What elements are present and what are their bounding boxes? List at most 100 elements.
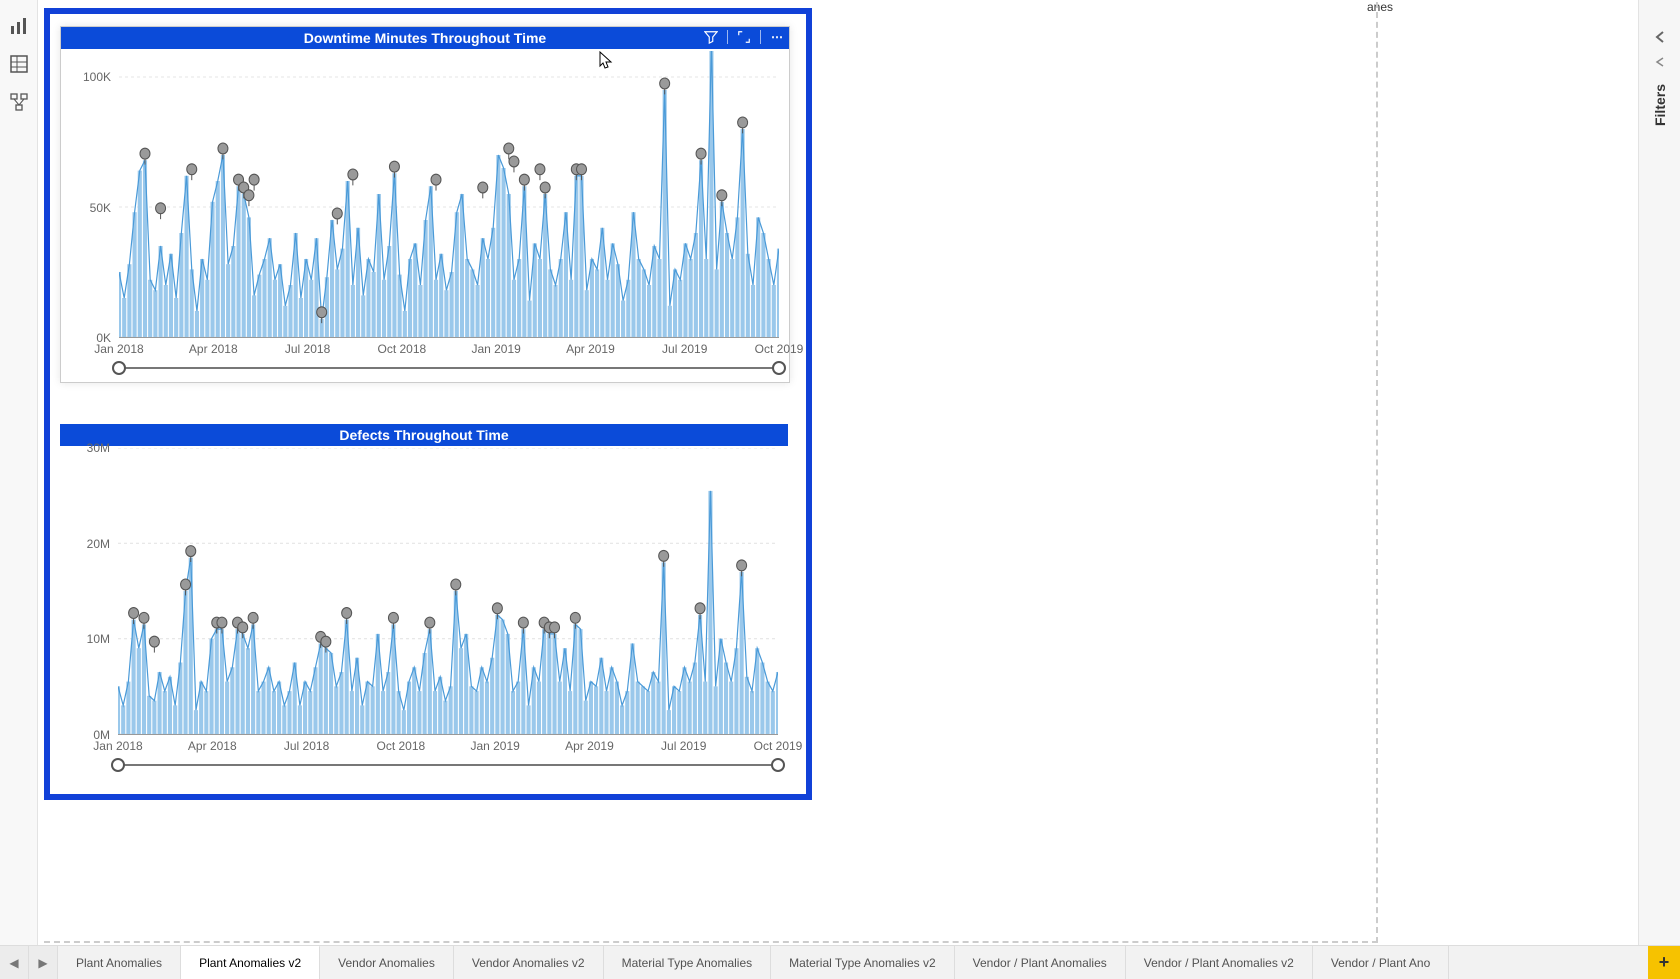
x-tick-label: Apr 2019	[565, 739, 614, 753]
page-tabstrip: ◀ ▶ Plant AnomaliesPlant Anomalies v2Ven…	[0, 945, 1680, 979]
anomaly-marker[interactable]	[186, 546, 196, 562]
expand-pane-icon[interactable]	[1653, 30, 1667, 47]
page-tab[interactable]: Plant Anomalies	[58, 946, 181, 979]
page-tab[interactable]: Material Type Anomalies	[604, 946, 772, 979]
anomaly-marker[interactable]	[737, 560, 747, 576]
anomaly-marker[interactable]	[342, 608, 352, 624]
anomaly-marker[interactable]	[140, 148, 150, 164]
anomaly-marker[interactable]	[451, 579, 461, 595]
y-tick-label: 30M	[66, 441, 110, 455]
visual-header-tools: ⋯	[703, 29, 785, 45]
y-axis: 0M10M20M30M	[66, 448, 114, 735]
page-tab[interactable]: Vendor / Plant Anomalies v2	[1126, 946, 1313, 979]
page-tab[interactable]: Material Type Anomalies v2	[771, 946, 955, 979]
anomaly-marker[interactable]	[129, 608, 139, 624]
page-tab[interactable]: Vendor / Plant Ano	[1313, 946, 1449, 979]
filters-pane-collapsed[interactable]: Filters	[1638, 0, 1680, 945]
visual-selection-frame[interactable]: Downtime Minutes Throughout Time ⋯ 0K50K…	[44, 8, 812, 800]
anomaly-marker[interactable]	[509, 156, 519, 172]
anomaly-marker[interactable]	[519, 174, 529, 190]
anomaly-marker[interactable]	[388, 612, 398, 628]
x-tick-label: Apr 2018	[189, 342, 238, 356]
page-tab[interactable]: Vendor / Plant Anomalies	[955, 946, 1126, 979]
anomaly-marker[interactable]	[218, 143, 228, 159]
filters-pane-label: Filters	[1652, 84, 1668, 126]
more-options-icon[interactable]: ⋯	[769, 29, 785, 45]
canvas-boundary-right	[1376, 2, 1378, 943]
anomaly-marker[interactable]	[149, 636, 159, 652]
data-view-icon[interactable]	[9, 54, 29, 74]
page-tab[interactable]: Plant Anomalies v2	[181, 946, 320, 979]
slider-track	[118, 764, 778, 766]
x-tick-label: Jul 2018	[285, 342, 330, 356]
slider-handle-start[interactable]	[111, 758, 125, 772]
chart-downtime-minutes[interactable]: Downtime Minutes Throughout Time ⋯ 0K50K…	[60, 26, 790, 383]
time-range-slider[interactable]	[119, 364, 779, 372]
x-tick-label: Jul 2018	[284, 739, 329, 753]
chart-title-text: Defects Throughout Time	[339, 427, 508, 443]
x-tick-label: Jul 2019	[662, 342, 707, 356]
filter-icon[interactable]	[703, 29, 719, 45]
report-canvas: anes Downtime Minutes Throughout Time ⋯	[38, 0, 1638, 945]
x-axis: Jan 2018Apr 2018Jul 2018Oct 2018Jan 2019…	[118, 739, 778, 757]
plot-area: 0K50K100K Jan 2018Apr 2018Jul 2018Oct 20…	[67, 51, 783, 338]
anomaly-marker[interactable]	[738, 117, 748, 133]
chart-title-text: Downtime Minutes Throughout Time	[304, 30, 546, 46]
y-tick-label: 10M	[66, 632, 110, 646]
slider-handle-start[interactable]	[112, 361, 126, 375]
y-tick-label: 100K	[67, 70, 111, 84]
x-tick-label: Jan 2018	[94, 342, 143, 356]
x-tick-label: Oct 2019	[754, 739, 803, 753]
anomaly-marker[interactable]	[156, 203, 166, 219]
anomaly-marker[interactable]	[696, 148, 706, 164]
y-tick-label: 50K	[67, 201, 111, 215]
x-axis: Jan 2018Apr 2018Jul 2018Oct 2018Jan 2019…	[119, 342, 779, 360]
page-tab[interactable]: Vendor Anomalies v2	[454, 946, 604, 979]
anomaly-marker[interactable]	[659, 550, 669, 566]
anomaly-marker[interactable]	[389, 161, 399, 177]
y-tick-label: 20M	[66, 537, 110, 551]
plot-surface[interactable]	[118, 448, 778, 735]
y-axis: 0K50K100K	[67, 51, 115, 338]
plot-surface[interactable]	[119, 51, 779, 338]
anomaly-marker[interactable]	[139, 612, 149, 628]
collapse-arrow-icon	[1655, 55, 1665, 70]
anomaly-marker[interactable]	[518, 617, 528, 633]
anomaly-marker[interactable]	[540, 182, 550, 198]
anomaly-marker[interactable]	[570, 612, 580, 628]
anomaly-marker[interactable]	[535, 164, 545, 180]
slider-track	[119, 367, 779, 369]
focus-mode-icon[interactable]	[736, 29, 752, 45]
slider-handle-end[interactable]	[772, 361, 786, 375]
x-tick-label: Jul 2019	[661, 739, 706, 753]
chart-title: Downtime Minutes Throughout Time ⋯	[61, 27, 789, 49]
time-range-slider[interactable]	[118, 761, 778, 769]
x-tick-label: Jan 2019	[471, 342, 520, 356]
x-tick-label: Jan 2018	[93, 739, 142, 753]
page-tab[interactable]: Vendor Anomalies	[320, 946, 454, 979]
x-tick-label: Apr 2018	[188, 739, 237, 753]
model-view-icon[interactable]	[9, 92, 29, 112]
anomaly-marker[interactable]	[478, 182, 488, 198]
slider-handle-end[interactable]	[771, 758, 785, 772]
anomaly-marker[interactable]	[717, 190, 727, 206]
anomaly-marker[interactable]	[248, 612, 258, 628]
x-tick-label: Jan 2019	[470, 739, 519, 753]
chart-title: Defects Throughout Time	[60, 424, 788, 446]
tabstrip-scroll-right[interactable]: ▶	[29, 946, 58, 979]
view-switcher-rail	[0, 0, 38, 979]
x-tick-label: Apr 2019	[566, 342, 615, 356]
anomaly-marker[interactable]	[425, 617, 435, 633]
anomaly-marker[interactable]	[660, 78, 670, 94]
anomaly-marker[interactable]	[492, 603, 502, 619]
tabstrip-scroll-left[interactable]: ◀	[0, 946, 29, 979]
x-tick-label: Oct 2018	[376, 739, 425, 753]
x-tick-label: Oct 2018	[377, 342, 426, 356]
anomaly-marker[interactable]	[695, 603, 705, 619]
anomaly-marker[interactable]	[249, 174, 259, 190]
report-view-icon[interactable]	[9, 16, 29, 36]
separator	[760, 30, 761, 44]
add-page-button[interactable]: +	[1648, 946, 1680, 979]
plot-area: 0M10M20M30M Jan 2018Apr 2018Jul 2018Oct …	[66, 448, 782, 735]
chart-defects[interactable]: Defects Throughout Time 0M10M20M30M Jan …	[60, 424, 788, 779]
